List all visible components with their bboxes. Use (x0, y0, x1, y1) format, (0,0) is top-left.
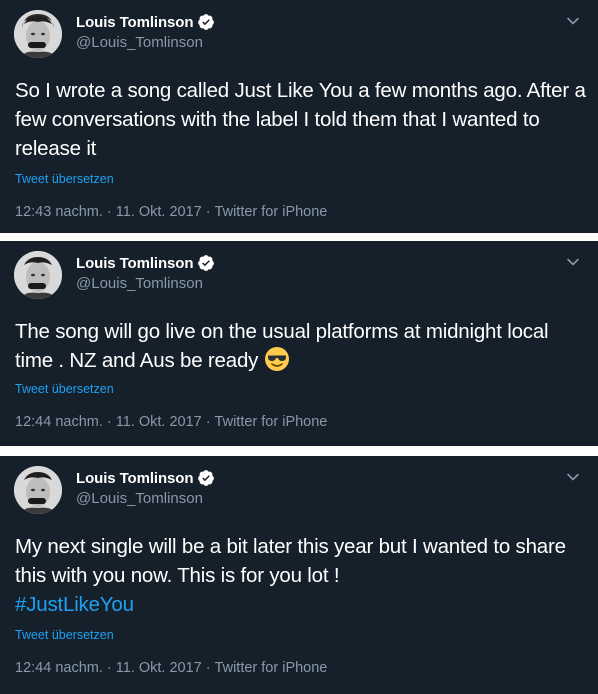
tweet-card[interactable]: Louis Tomlinson @Louis_Tomlinson The son… (0, 241, 598, 446)
verified-badge-icon (197, 13, 215, 31)
tweet-time[interactable]: 12:44 nachm. (15, 414, 103, 430)
name-row: Louis Tomlinson (76, 12, 215, 32)
tweet-body: My next single will be a bit later this … (15, 535, 566, 587)
verified-badge-icon (197, 254, 215, 272)
display-name[interactable]: Louis Tomlinson (76, 470, 193, 487)
tweet-header: Louis Tomlinson @Louis_Tomlinson (0, 241, 598, 305)
tweet-date[interactable]: 11. Okt. 2017 (116, 660, 202, 676)
meta-separator: · (106, 660, 112, 676)
chevron-down-icon[interactable] (566, 470, 580, 484)
tweet-source[interactable]: Twitter for iPhone (215, 204, 328, 220)
tweet-body: So I wrote a song called Just Like You a… (15, 79, 586, 160)
tweet-meta: 12:44 nachm. · 11. Okt. 2017 · Twitter for i… (15, 660, 327, 676)
avatar[interactable] (14, 251, 62, 299)
display-name[interactable]: Louis Tomlinson (76, 14, 193, 31)
name-row: Louis Tomlinson (76, 468, 215, 488)
translate-tweet-link[interactable]: Tweet übersetzen (15, 628, 114, 642)
handle[interactable]: @Louis_Tomlinson (76, 490, 203, 507)
meta-separator: · (205, 660, 211, 676)
tweet-header: Louis Tomlinson @Louis_Tomlinson (0, 456, 598, 520)
hashtag-link[interactable]: #JustLikeYou (15, 593, 134, 616)
translate-tweet-link[interactable]: Tweet übersetzen (15, 172, 114, 186)
name-row: Louis Tomlinson (76, 253, 215, 273)
tweet-meta: 12:43 nachm. · 11. Okt. 2017 · Twitter for i… (15, 204, 327, 220)
meta-separator: · (106, 204, 112, 220)
tweet-card[interactable]: Louis Tomlinson @Louis_Tomlinson So I wr… (0, 0, 598, 233)
tweet-header: Louis Tomlinson @Louis_Tomlinson (0, 0, 598, 64)
translate-tweet-link[interactable]: Tweet übersetzen (15, 382, 114, 396)
tweet-card[interactable]: Louis Tomlinson @Louis_Tomlinson My next… (0, 456, 598, 694)
tweet-time[interactable]: 12:44 nachm. (15, 660, 103, 676)
meta-separator: · (106, 414, 112, 430)
handle[interactable]: @Louis_Tomlinson (76, 275, 203, 292)
meta-separator: · (205, 414, 211, 430)
avatar[interactable] (14, 10, 62, 58)
handle[interactable]: @Louis_Tomlinson (76, 34, 203, 51)
chevron-down-icon[interactable] (566, 14, 580, 28)
avatar[interactable] (14, 466, 62, 514)
smiling-face-with-sunglasses-icon (264, 346, 290, 372)
tweet-meta: 12:44 nachm. · 11. Okt. 2017 · Twitter for i… (15, 414, 327, 430)
display-name[interactable]: Louis Tomlinson (76, 255, 193, 272)
verified-badge-icon (197, 469, 215, 487)
chevron-down-icon[interactable] (566, 255, 580, 269)
tweet-time[interactable]: 12:43 nachm. (15, 204, 103, 220)
meta-separator: · (205, 204, 211, 220)
tweet-text: My next single will be a bit later this … (15, 532, 586, 619)
tweet-text: The song will go live on the usual platf… (15, 317, 586, 375)
tweet-source[interactable]: Twitter for iPhone (215, 414, 328, 430)
tweet-date[interactable]: 11. Okt. 2017 (116, 414, 202, 430)
tweet-source[interactable]: Twitter for iPhone (215, 660, 328, 676)
tweet-date[interactable]: 11. Okt. 2017 (116, 204, 202, 220)
tweet-text: So I wrote a song called Just Like You a… (15, 76, 586, 163)
